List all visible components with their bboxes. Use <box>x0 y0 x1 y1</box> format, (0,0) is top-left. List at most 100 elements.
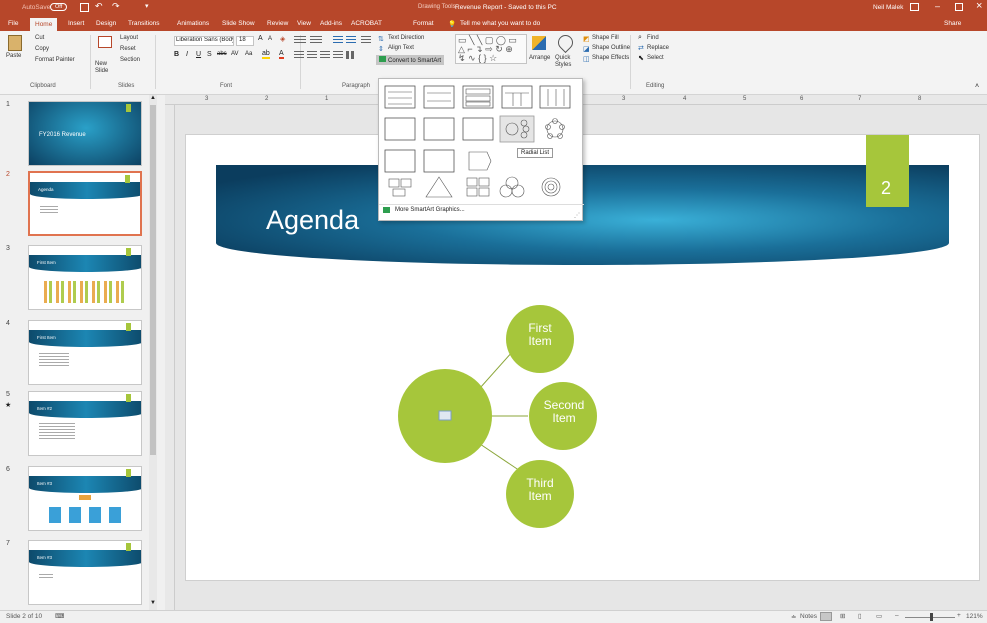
slide-thumbnail-4[interactable]: First Item <box>28 320 142 385</box>
minimize-icon[interactable]: – <box>935 1 940 11</box>
scroll-thumb[interactable] <box>150 105 156 455</box>
line-spacing-icon[interactable] <box>361 36 371 44</box>
layout-grouped-list[interactable] <box>423 117 455 141</box>
align-left-icon[interactable] <box>294 51 304 59</box>
undo-icon[interactable]: ↶ <box>95 1 103 12</box>
restore-icon[interactable] <box>955 3 963 11</box>
tab-insert[interactable]: Insert <box>68 20 84 27</box>
layout-picture-list[interactable] <box>462 117 494 141</box>
notes-button[interactable]: Notes <box>800 613 817 620</box>
ribbon-display-icon[interactable] <box>910 3 919 11</box>
change-case-icon[interactable]: Aa <box>245 51 252 57</box>
text-direction-button[interactable]: Text Direction <box>388 35 424 41</box>
slide-thumbnail-1[interactable]: FY2016 Revenue <box>28 101 142 166</box>
font-name-select[interactable]: Liberation Sans (Body <box>174 36 234 46</box>
reset-button[interactable]: Reset <box>120 46 136 52</box>
layout-lined-list[interactable] <box>384 149 416 173</box>
scroll-down-icon[interactable]: ▼ <box>150 600 156 606</box>
shadow-icon[interactable]: S <box>207 51 212 58</box>
layout-process-arrows[interactable] <box>463 150 493 172</box>
tab-acrobat[interactable]: ACROBAT <box>351 20 382 27</box>
scroll-up-icon[interactable]: ▲ <box>150 95 156 101</box>
format-painter-button[interactable]: Format Painter <box>35 57 75 63</box>
tab-view[interactable]: View <box>297 20 311 27</box>
shape-fill-button[interactable]: Shape Fill <box>592 35 619 41</box>
numbering-icon[interactable] <box>310 36 322 44</box>
select-button[interactable]: Select <box>647 55 664 61</box>
customize-qat-icon[interactable]: ▾ <box>145 2 149 10</box>
slide-thumbnail-5[interactable]: Item #2 <box>28 391 142 456</box>
section-button[interactable]: Section <box>120 57 140 63</box>
quick-styles-button[interactable]: Quick Styles <box>555 55 577 69</box>
slideshow-icon[interactable]: ▭ <box>876 612 882 620</box>
share-button[interactable]: Share <box>944 20 961 27</box>
tab-animations[interactable]: Animations <box>177 20 209 27</box>
reading-view-icon[interactable]: ▯ <box>858 612 862 620</box>
decrease-indent-icon[interactable] <box>333 36 343 44</box>
new-slide-button[interactable]: New Slide <box>95 61 115 75</box>
layout-segmented-process[interactable] <box>423 149 455 173</box>
font-color-icon[interactable]: A <box>279 50 284 59</box>
font-size-select[interactable]: 18 <box>236 36 254 46</box>
align-text-button[interactable]: Align Text <box>388 45 414 51</box>
zoom-in-icon[interactable]: + <box>957 612 961 619</box>
tab-file[interactable]: File <box>8 20 18 27</box>
justify-icon[interactable] <box>333 51 343 59</box>
layout-cycle[interactable] <box>540 118 570 140</box>
slide-sorter-icon[interactable]: ⊞ <box>840 612 845 620</box>
more-smartart-graphics[interactable]: More SmartArt Graphics... <box>395 207 465 213</box>
layout-button[interactable]: Layout <box>120 35 138 41</box>
replace-button[interactable]: Replace <box>647 45 669 51</box>
italic-icon[interactable]: I <box>186 51 188 58</box>
redo-icon[interactable]: ↷ <box>112 1 120 12</box>
clear-format-icon[interactable]: ◈ <box>280 35 285 43</box>
layout-vertical-box-list[interactable] <box>462 85 494 109</box>
slide-thumbnail-2[interactable]: Agenda <box>28 171 142 236</box>
normal-view-icon[interactable] <box>820 612 832 621</box>
user-name[interactable]: Neil Malek <box>873 4 903 11</box>
slide-thumbnail-3[interactable]: First Item <box>28 245 142 310</box>
bullets-icon[interactable] <box>294 36 306 44</box>
align-center-icon[interactable] <box>307 51 317 59</box>
layout-matrix[interactable] <box>463 176 493 198</box>
shape-outline-button[interactable]: Shape Outline <box>592 45 630 51</box>
convert-smartart-button[interactable]: Convert to SmartArt <box>376 55 445 65</box>
columns-icon[interactable] <box>346 51 356 59</box>
save-icon[interactable] <box>80 3 89 12</box>
arrange-button[interactable]: Arrange <box>529 55 550 61</box>
layout-table-list[interactable] <box>501 85 533 109</box>
increase-indent-icon[interactable] <box>346 36 356 44</box>
collapse-ribbon-icon[interactable]: ˄ <box>975 83 979 90</box>
tab-transitions[interactable]: Transitions <box>128 20 160 27</box>
tell-me-input[interactable]: Tell me what you want to do <box>460 20 540 27</box>
tab-format[interactable]: Format <box>413 20 434 27</box>
layout-vertical-bullet-list[interactable] <box>384 85 416 109</box>
layout-horizontal-bullet-list[interactable] <box>539 85 571 109</box>
tab-home[interactable]: Home <box>30 18 58 31</box>
cut-button[interactable]: Cut <box>35 35 44 41</box>
tab-slide-show[interactable]: Slide Show <box>222 20 255 27</box>
slide-thumbnail-7[interactable]: Item #3 <box>28 540 142 605</box>
autosave-toggle[interactable]: Off <box>50 3 68 11</box>
highlight-icon[interactable]: ab <box>262 50 270 59</box>
arrange-icon[interactable] <box>532 36 546 50</box>
spelling-icon[interactable]: ⌨ <box>55 612 64 620</box>
zoom-level[interactable]: 121% <box>966 613 983 620</box>
new-slide-icon[interactable] <box>98 36 112 48</box>
layout-stacked-list[interactable] <box>423 85 455 109</box>
tab-design[interactable]: Design <box>96 20 116 27</box>
close-icon[interactable]: × <box>976 0 982 12</box>
underline-icon[interactable]: U <box>196 51 201 58</box>
grow-font-icon[interactable]: A <box>258 35 263 42</box>
layout-hierarchy-list[interactable] <box>384 117 416 141</box>
zoom-slider-thumb[interactable] <box>930 613 933 621</box>
layout-pyramid[interactable] <box>424 176 454 198</box>
find-button[interactable]: Find <box>647 35 659 41</box>
paste-icon[interactable] <box>8 35 22 51</box>
shrink-font-icon[interactable]: A <box>268 36 272 42</box>
gallery-resize-grip[interactable]: ⋰ <box>574 212 580 219</box>
thumbnail-scrollbar[interactable]: ▲ ▼ <box>149 95 157 610</box>
bold-icon[interactable]: B <box>174 51 179 58</box>
char-spacing-icon[interactable]: AV <box>231 51 239 57</box>
zoom-out-icon[interactable]: – <box>895 612 899 619</box>
